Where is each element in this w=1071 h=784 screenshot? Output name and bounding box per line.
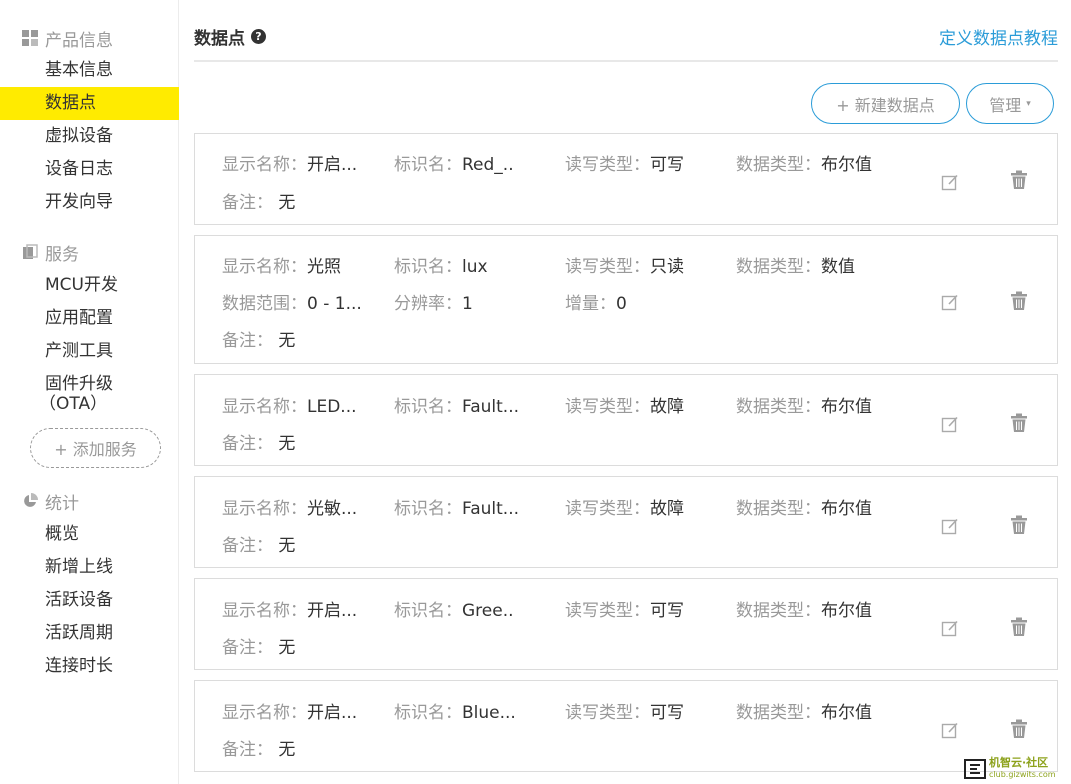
data-type-field: 数据类型：布尔值 bbox=[736, 155, 872, 175]
help-icon[interactable]: ? bbox=[251, 29, 266, 44]
trash-icon[interactable] bbox=[1008, 169, 1030, 191]
remark-field: 备注： 无 bbox=[222, 638, 296, 658]
data-type-field: 数据类型：布尔值 bbox=[736, 703, 872, 723]
pie-chart-icon bbox=[22, 493, 38, 509]
nav-active-period[interactable]: 活跃周期 bbox=[0, 617, 179, 650]
watermark-logo-icon bbox=[964, 759, 986, 779]
watermark-url: club.gizwits.com bbox=[989, 770, 1056, 779]
display-name-field: 显示名称：开启... bbox=[222, 155, 358, 175]
edit-icon[interactable] bbox=[939, 719, 961, 741]
nav-app-config[interactable]: 应用配置 bbox=[0, 302, 179, 335]
section-label: 服务 bbox=[45, 244, 79, 265]
divider bbox=[194, 60, 1058, 62]
nav-connection-duration[interactable]: 连接时长 bbox=[0, 650, 179, 683]
nav-virtual-device[interactable]: 虚拟设备 bbox=[0, 120, 179, 153]
remark-field: 备注： 无 bbox=[222, 193, 296, 213]
display-name-field: 显示名称：开启... bbox=[222, 703, 358, 723]
datapoint-card: 显示名称：LED... 标识名：Fault... 读写类型：故障 数据类型：布尔… bbox=[194, 374, 1058, 466]
add-service-button[interactable]: + 添加服务 bbox=[30, 428, 161, 468]
data-type-field: 数据类型：布尔值 bbox=[736, 397, 872, 417]
section-product-info: 产品信息 bbox=[22, 27, 113, 51]
trash-icon[interactable] bbox=[1008, 290, 1030, 312]
nav-new-online[interactable]: 新增上线 bbox=[0, 551, 179, 584]
tutorial-link[interactable]: 定义数据点教程 bbox=[939, 24, 1058, 49]
identifier-field: 标识名：Gree.. bbox=[394, 601, 514, 621]
section-label: 统计 bbox=[45, 493, 79, 514]
rw-type-field: 读写类型：可写 bbox=[565, 601, 684, 621]
edit-icon[interactable] bbox=[939, 171, 961, 193]
edit-icon[interactable] bbox=[939, 413, 961, 435]
nav-firmware-ota[interactable]: 固件升级 （OTA） bbox=[0, 374, 179, 418]
resolution-field: 分辨率：1 bbox=[394, 294, 473, 314]
identifier-field: 标识名：Blue... bbox=[394, 703, 516, 723]
remark-field: 备注： 无 bbox=[222, 536, 296, 556]
nav-basic-info[interactable]: 基本信息 bbox=[0, 54, 179, 87]
trash-icon[interactable] bbox=[1008, 718, 1030, 740]
rw-type-field: 读写类型：故障 bbox=[565, 499, 684, 519]
nav-dev-guide[interactable]: 开发向导 bbox=[0, 186, 179, 219]
grid-icon bbox=[22, 30, 38, 46]
display-name-field: 显示名称：开启... bbox=[222, 601, 358, 621]
display-name-field: 显示名称：光敏... bbox=[222, 499, 358, 519]
datapoint-card: 显示名称：光照 标识名：lux 读写类型：只读 数据类型：数值 数据范围：0 -… bbox=[194, 235, 1058, 364]
manage-label: 管理 bbox=[989, 95, 1022, 115]
section-services: 服务 bbox=[22, 241, 79, 265]
nav-datapoints[interactable]: 数据点 bbox=[0, 87, 179, 120]
section-label: 产品信息 bbox=[45, 30, 113, 51]
rw-type-field: 读写类型：可写 bbox=[565, 703, 684, 723]
display-name-field: 显示名称：LED... bbox=[222, 397, 357, 417]
data-type-field: 数据类型：布尔值 bbox=[736, 499, 872, 519]
edit-icon[interactable] bbox=[939, 617, 961, 639]
firmware-label-line2: （OTA） bbox=[39, 394, 108, 414]
increment-field: 增量：0 bbox=[565, 294, 627, 314]
sidebar: 产品信息 基本信息 数据点 虚拟设备 设备日志 开发向导 服务 MCU开发 应用… bbox=[0, 0, 179, 784]
section-stats: 统计 bbox=[22, 490, 79, 514]
identifier-field: 标识名：Fault... bbox=[394, 499, 520, 519]
page-title: 数据点 ? bbox=[194, 24, 266, 49]
identifier-field: 标识名：lux bbox=[394, 257, 488, 277]
display-name-field: 显示名称：光照 bbox=[222, 257, 341, 277]
datapoint-card: 显示名称：光敏... 标识名：Fault... 读写类型：故障 数据类型：布尔值… bbox=[194, 476, 1058, 568]
data-type-field: 数据类型：数值 bbox=[736, 257, 855, 277]
watermark: 机智云·社区 club.gizwits.com bbox=[964, 754, 1071, 784]
rw-type-field: 读写类型：只读 bbox=[565, 257, 684, 277]
page-title-text: 数据点 bbox=[194, 29, 245, 49]
data-type-field: 数据类型：布尔值 bbox=[736, 601, 872, 621]
remark-field: 备注： 无 bbox=[222, 740, 296, 760]
remark-field: 备注： 无 bbox=[222, 331, 296, 351]
service-icon bbox=[22, 244, 38, 260]
trash-icon[interactable] bbox=[1008, 616, 1030, 638]
rw-type-field: 读写类型：故障 bbox=[565, 397, 684, 417]
manage-button[interactable]: 管理 ▾ bbox=[966, 83, 1054, 124]
firmware-label-line1: 固件升级 bbox=[45, 374, 113, 394]
watermark-brand: 机智云·社区 bbox=[989, 756, 1049, 769]
datapoint-card: 显示名称：开启... 标识名：Gree.. 读写类型：可写 数据类型：布尔值 备… bbox=[194, 578, 1058, 670]
data-range-field: 数据范围：0 - 1... bbox=[222, 294, 362, 314]
edit-icon[interactable] bbox=[939, 291, 961, 313]
caret-down-icon: ▾ bbox=[1026, 98, 1031, 109]
identifier-field: 标识名：Fault... bbox=[394, 397, 520, 417]
nav-mcu-dev[interactable]: MCU开发 bbox=[0, 269, 179, 302]
nav-production-test[interactable]: 产测工具 bbox=[0, 335, 179, 368]
remark-field: 备注： 无 bbox=[222, 434, 296, 454]
nav-overview[interactable]: 概览 bbox=[0, 518, 179, 551]
new-datapoint-button[interactable]: + 新建数据点 bbox=[811, 83, 960, 124]
trash-icon[interactable] bbox=[1008, 412, 1030, 434]
edit-icon[interactable] bbox=[939, 515, 961, 537]
datapoint-card: 显示名称：开启... 标识名：Red_.. 读写类型：可写 数据类型：布尔值 备… bbox=[194, 133, 1058, 225]
nav-active-devices[interactable]: 活跃设备 bbox=[0, 584, 179, 617]
nav-device-log[interactable]: 设备日志 bbox=[0, 153, 179, 186]
rw-type-field: 读写类型：可写 bbox=[565, 155, 684, 175]
datapoint-card: 显示名称：开启... 标识名：Blue... 读写类型：可写 数据类型：布尔值 … bbox=[194, 680, 1058, 772]
identifier-field: 标识名：Red_.. bbox=[394, 155, 514, 175]
trash-icon[interactable] bbox=[1008, 514, 1030, 536]
